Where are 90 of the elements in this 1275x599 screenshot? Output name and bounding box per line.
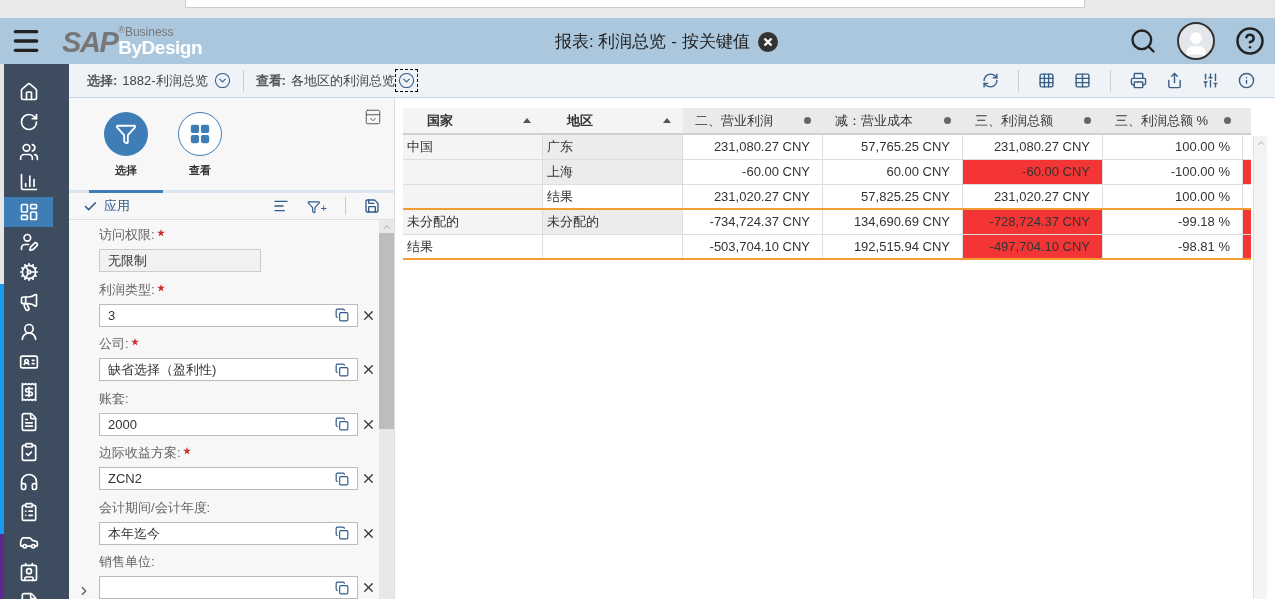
avatar[interactable] [1177,22,1215,60]
megaphone-icon [18,292,39,312]
people-icon [18,142,39,162]
dashboard-icon [18,202,39,222]
nav-item[interactable] [4,197,53,227]
search-icon[interactable] [1129,27,1157,55]
dot-icon[interactable] [1224,117,1231,124]
scrollbar[interactable] [1253,136,1267,599]
clear-icon[interactable] [361,580,376,595]
table-cell: 上海 [543,160,683,184]
lookup-icon[interactable] [335,580,349,595]
panel-tab[interactable]: 选择 [89,112,163,193]
table-cell: -497,704.10 CNY [963,235,1103,258]
lines-icon[interactable] [273,198,289,214]
dot-icon[interactable] [1084,117,1091,124]
selection-label: 选择: [87,71,118,90]
dot-icon[interactable] [804,117,811,124]
contact-card-icon [18,562,39,582]
home-icon [18,82,39,102]
dropdown-button[interactable] [394,69,418,92]
collapse-icon[interactable] [364,108,382,126]
column-header[interactable]: 地区 [543,108,683,133]
column-header[interactable]: 二、营业利润 [683,108,823,133]
view-label: 查看: [255,71,286,90]
field-value: 本年迄今 [108,524,160,543]
input-field[interactable]: 本年迄今 [99,521,358,545]
filter-icon [115,123,137,145]
field-value: 缺省选择（盈利性) [108,361,217,379]
lookup-icon[interactable] [335,362,349,377]
field-label: 账套: [99,390,129,407]
input-field[interactable]: 缺省选择（盈利性) [99,358,358,381]
export-icon[interactable] [1166,72,1183,89]
view-value: 各地区的利润总览 [290,71,395,90]
field-value: 3 [108,306,116,325]
column-header[interactable]: 三、利润总额 % [1103,108,1243,133]
field-label: 访问权限: [99,227,155,243]
info-icon[interactable] [1238,72,1255,89]
lookup-icon[interactable] [335,308,349,322]
sort-icon[interactable] [523,118,531,123]
sort-icon[interactable] [663,118,671,123]
table-cell: -728,724.37 CNY [963,210,1103,234]
dot-icon[interactable] [944,117,951,124]
field-label: 会计期间/会计年度: [99,499,211,516]
lookup-icon[interactable] [335,526,349,540]
field-label: 利润类型: [99,281,155,298]
print-icon[interactable] [1130,72,1147,89]
field-label: 边际收益方案: [99,445,181,461]
selection-value: 1882-利润总览 [122,71,208,90]
lookup-icon[interactable] [335,471,349,486]
column-header[interactable]: 国家 [403,108,543,133]
table-icon[interactable] [1074,72,1091,89]
panel-tab[interactable]: 查看 [163,112,237,193]
apply-button[interactable]: 应用 [83,196,130,216]
save-icon[interactable] [364,198,380,214]
field-label: 销售单位: [99,554,155,570]
grid-icon[interactable] [1038,72,1055,89]
table-cell: 广东 [543,135,683,159]
bar-chart-icon [18,172,39,192]
table-cell: 未分配的 [543,210,683,234]
table-cell: 未分配的 [403,210,543,234]
input-field[interactable] [99,576,358,599]
settings-icon[interactable] [1202,72,1219,89]
readonly-field: 无限制 [99,249,261,272]
table-cell: 中国 [403,135,543,159]
curved-arrow-icon [18,112,39,132]
id-card-icon [18,352,39,372]
close-icon[interactable] [757,31,778,52]
grid-icon [189,123,211,145]
field-label: 公司: [99,336,129,352]
person-icon [18,322,39,342]
input-field[interactable]: ZCN2 [99,467,358,490]
clear-icon[interactable] [361,362,376,377]
headset-icon [18,472,39,492]
scrollbar[interactable] [379,220,394,599]
help-icon[interactable] [1235,26,1265,56]
input-field[interactable]: 3 [99,303,358,327]
window-title: 报表: 利润总览 - 按关键值 [555,31,750,53]
table-cell: -60.00 CNY [963,160,1103,184]
scrollbar-thumb[interactable] [379,233,394,429]
lookup-icon[interactable] [335,417,349,431]
clear-icon[interactable] [361,471,376,486]
column-header[interactable]: 三、利润总额 [963,108,1103,133]
field-value: ZCN2 [108,470,142,488]
column-header[interactable]: 减：营业成本 [823,108,963,133]
gear-icon [18,262,39,282]
input-field[interactable]: 2000 [99,412,358,436]
dropdown-icon[interactable] [213,72,231,89]
refresh-icon[interactable] [982,72,999,89]
field-value: 2000 [108,415,137,434]
person-pencil-icon [18,232,39,252]
